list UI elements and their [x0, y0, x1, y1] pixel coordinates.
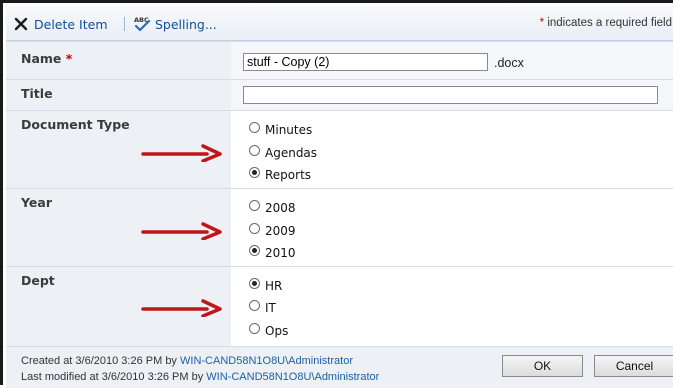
- radio-document-type-reports[interactable]: Reports: [249, 166, 311, 183]
- year-row: Year 2008 2009 2010: [6, 188, 673, 266]
- radio-button-checked[interactable]: [249, 277, 260, 289]
- required-note-text: indicates a required field: [547, 17, 672, 29]
- red-arrow-icon: [141, 222, 222, 240]
- radio-button[interactable]: [249, 121, 260, 133]
- radio-year-2010[interactable]: 2010: [249, 244, 296, 261]
- dept-row: Dept HR IT Ops: [6, 266, 673, 346]
- toolbar: Delete Item ABC Spelling... * indicates …: [6, 6, 673, 41]
- spelling-abc-icon: ABC: [134, 16, 151, 32]
- delete-item-label: Delete Item: [34, 16, 108, 32]
- red-arrow-icon: [141, 299, 222, 317]
- radio-button[interactable]: [249, 144, 260, 156]
- cancel-button[interactable]: Cancel: [594, 355, 673, 377]
- name-input[interactable]: stuff - Copy (2): [243, 53, 488, 71]
- delete-x-icon: [14, 17, 28, 31]
- radio-year-2008[interactable]: 2008: [249, 199, 296, 216]
- spelling-button[interactable]: ABC Spelling...: [133, 15, 217, 33]
- title-input[interactable]: [243, 86, 658, 104]
- modified-by-user-link[interactable]: WIN-CAND58N1O8U\Administrator: [206, 371, 379, 383]
- delete-item-button[interactable]: Delete Item: [14, 15, 108, 33]
- title-label: Title: [21, 86, 53, 101]
- toolbar-separator: [124, 17, 125, 31]
- radio-document-type-agendas[interactable]: Agendas: [249, 144, 317, 161]
- radio-year-2009[interactable]: 2009: [249, 222, 296, 239]
- radio-dept-hr[interactable]: HR: [249, 277, 282, 294]
- name-label: Name *: [21, 51, 73, 66]
- radio-document-type-minutes[interactable]: Minutes: [249, 121, 312, 138]
- radio-button-checked[interactable]: [249, 166, 260, 178]
- required-star: *: [539, 17, 545, 29]
- document-type-label: Document Type: [21, 117, 130, 132]
- title-row: Title: [6, 79, 673, 110]
- radio-button-checked[interactable]: [249, 244, 260, 256]
- edit-item-dialog: Delete Item ABC Spelling... * indicates …: [0, 0, 673, 388]
- item-footer: Created at 3/6/2010 3:26 PM by WIN-CAND5…: [6, 346, 673, 388]
- radio-button[interactable]: [249, 299, 260, 311]
- created-by-user-link[interactable]: WIN-CAND58N1O8U\Administrator: [180, 355, 353, 367]
- dept-label: Dept: [21, 273, 55, 288]
- name-row: Name * stuff - Copy (2) .docx: [6, 41, 673, 79]
- radio-dept-ops[interactable]: Ops: [249, 322, 288, 339]
- radio-button[interactable]: [249, 222, 260, 234]
- document-type-row: Document Type Minutes Agendas Reports: [6, 110, 673, 188]
- red-arrow-icon: [141, 144, 222, 162]
- modified-info: Last modified at 3/6/2010 3:26 PM by WIN…: [21, 371, 380, 383]
- name-extension: .docx: [494, 56, 524, 70]
- radio-button[interactable]: [249, 322, 260, 334]
- ok-button[interactable]: OK: [502, 355, 583, 377]
- year-label: Year: [21, 195, 52, 210]
- spelling-label: Spelling...: [155, 16, 217, 32]
- radio-dept-it[interactable]: IT: [249, 299, 276, 316]
- radio-button[interactable]: [249, 199, 260, 211]
- name-required-star: *: [65, 51, 73, 66]
- created-info: Created at 3/6/2010 3:26 PM by WIN-CAND5…: [21, 355, 353, 367]
- required-field-note: * indicates a required field: [540, 17, 672, 29]
